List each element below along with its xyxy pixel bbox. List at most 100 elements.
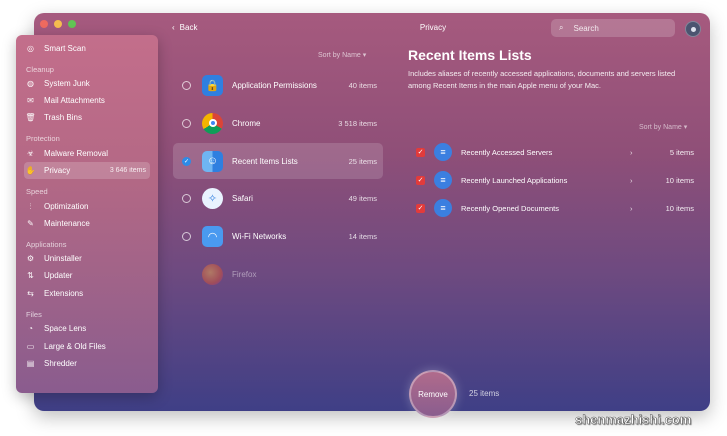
finder-icon: ☺ [202,150,223,172]
account-avatar[interactable] [685,21,701,37]
compass-icon: ✧ [202,187,223,209]
wrench-icon: ✎ [27,219,34,228]
sidebar-item-label: Smart Scan [44,44,86,53]
trash-icon: 🗑 [25,113,36,122]
sidebar-item-large-old-files[interactable]: ▭ Large & Old Files [24,338,150,355]
sidebar-item-optimization[interactable]: ⫶ Optimization [24,198,150,215]
scan-icon: ◎ [27,44,34,53]
list-item-disabled: Firefox [173,256,383,292]
remove-button[interactable]: Remove [409,370,457,418]
item-count: 40 items [348,80,377,90]
detail-row[interactable]: ✓ ≡ Recently Accessed Servers › 5 items [413,143,696,161]
list-icon: ≡ [434,143,452,161]
mail-icon: ✉ [27,96,34,105]
item-count: 3 518 items [338,118,377,128]
item-name: Firefox [232,269,257,279]
item-name: Wi-Fi Networks [232,231,287,241]
select-radio[interactable] [182,231,191,241]
detail-row-count: 5 items [669,147,694,157]
user-icon [690,26,696,32]
sidebar: ◎ Smart Scan Cleanup ◍ System Junk ✉ Mai… [16,35,158,393]
back-label: Back [179,23,198,32]
back-button[interactable]: ‹ Back [172,23,197,32]
close-window-button[interactable] [40,20,48,28]
privacy-item-count: 3 646 items [109,167,146,174]
sidebar-item-label: Maintenance [44,219,90,228]
updater-icon: ⇅ [27,271,34,280]
item-count: 25 items [348,156,377,166]
sidebar-item-label: Updater [44,271,73,280]
checkbox-checked[interactable]: ✓ [416,175,425,185]
detail-sort-dropdown[interactable]: Sort by Name ▾ [639,123,687,131]
select-radio[interactable] [182,193,191,203]
hand-icon: ✋ [25,166,36,175]
sidebar-item-label: Large & Old Files [44,342,106,351]
detail-row-count: 10 items [665,175,694,185]
section-files: Files [26,310,42,319]
sidebar-item-mail-attachments[interactable]: ✉ Mail Attachments [24,92,150,109]
sidebar-item-label: Uninstaller [44,254,82,263]
checkbox-checked[interactable]: ✓ [416,203,425,213]
sidebar-item-shredder[interactable]: ▤ Shredder [24,355,150,372]
sidebar-item-updater[interactable]: ⇅ Updater [24,267,150,284]
page-title: Privacy [419,23,447,32]
select-radio[interactable] [182,118,191,128]
section-applications: Applications [26,240,67,249]
sidebar-item-privacy[interactable]: ✋ Privacy 3 646 items [24,162,150,179]
watermark-text: shenmazhishi.com [575,412,692,428]
select-radio[interactable] [182,80,191,90]
sidebar-item-extensions[interactable]: ⇆ Extensions [24,285,150,302]
detail-description: Includes aliases of recently accessed ap… [408,69,676,90]
sidebar-item-uninstaller[interactable]: ⚙ Uninstaller [24,250,150,267]
junk-icon: ◍ [27,79,34,88]
list-icon: ≡ [434,199,452,217]
section-protection: Protection [26,134,60,143]
sort-by-name-dropdown[interactable]: Sort by Name ▾ [318,51,366,59]
list-icon: ≡ [434,171,452,189]
list-item[interactable]: 🔒 Application Permissions 40 items [173,67,383,103]
detail-row-count: 10 items [665,203,694,213]
item-name: Application Permissions [232,80,317,90]
section-speed: Speed [26,187,48,196]
checkbox-checked[interactable]: ✓ [416,147,425,157]
wifi-icon: ◠ [202,225,223,247]
sidebar-item-maintenance[interactable]: ✎ Maintenance [24,215,150,232]
sidebar-item-label: Trash Bins [44,113,82,122]
search-input[interactable]: ⌕ Search [551,19,675,37]
list-item[interactable]: ✧ Safari 49 items [173,180,383,216]
detail-row-label: Recently Opened Documents [461,203,559,213]
sidebar-item-label: Extensions [44,289,84,298]
list-item-selected[interactable]: ✓ ☺ Recent Items Lists 25 items [173,143,383,179]
chevron-right-icon[interactable]: › [630,176,633,185]
sidebar-item-trash-bins[interactable]: 🗑 Trash Bins [24,109,150,126]
sidebar-item-system-junk[interactable]: ◍ System Junk [24,75,150,92]
section-cleanup: Cleanup [26,65,54,74]
list-item[interactable]: Chrome 3 518 items [173,105,383,141]
minimize-window-button[interactable] [54,20,62,28]
extensions-icon: ⇆ [27,289,34,298]
zoom-window-button[interactable] [68,20,76,28]
chevron-right-icon[interactable]: › [630,204,633,213]
lock-icon: 🔒 [202,74,223,96]
sidebar-item-label: Malware Removal [44,149,109,158]
list-item[interactable]: ◠ Wi-Fi Networks 14 items [173,218,383,254]
chevron-left-icon: ‹ [172,23,175,32]
sidebar-item-space-lens[interactable]: ◔ Space Lens [24,320,150,337]
sidebar-item-smart-scan[interactable]: ◎ Smart Scan [24,40,150,57]
sidebar-item-label: Optimization [44,202,89,211]
chevron-right-icon[interactable]: › [630,148,633,157]
checked-radio[interactable]: ✓ [182,156,191,166]
selected-count: 25 items [469,389,500,398]
detail-row[interactable]: ✓ ≡ Recently Opened Documents › 10 items [413,199,696,217]
sidebar-item-label: Space Lens [44,324,87,333]
lens-icon: ◔ [28,324,33,333]
item-count: 49 items [348,193,377,203]
item-name: Recent Items Lists [232,156,298,166]
search-icon: ⌕ [559,23,564,32]
shredder-icon: ▤ [26,359,35,368]
window-controls [40,20,76,28]
detail-title: Recent Items Lists [408,47,532,63]
sidebar-item-malware-removal[interactable]: ☣ Malware Removal [24,145,150,162]
sliders-icon: ⫶ [29,201,32,211]
detail-row[interactable]: ✓ ≡ Recently Launched Applications › 10 … [413,171,696,189]
